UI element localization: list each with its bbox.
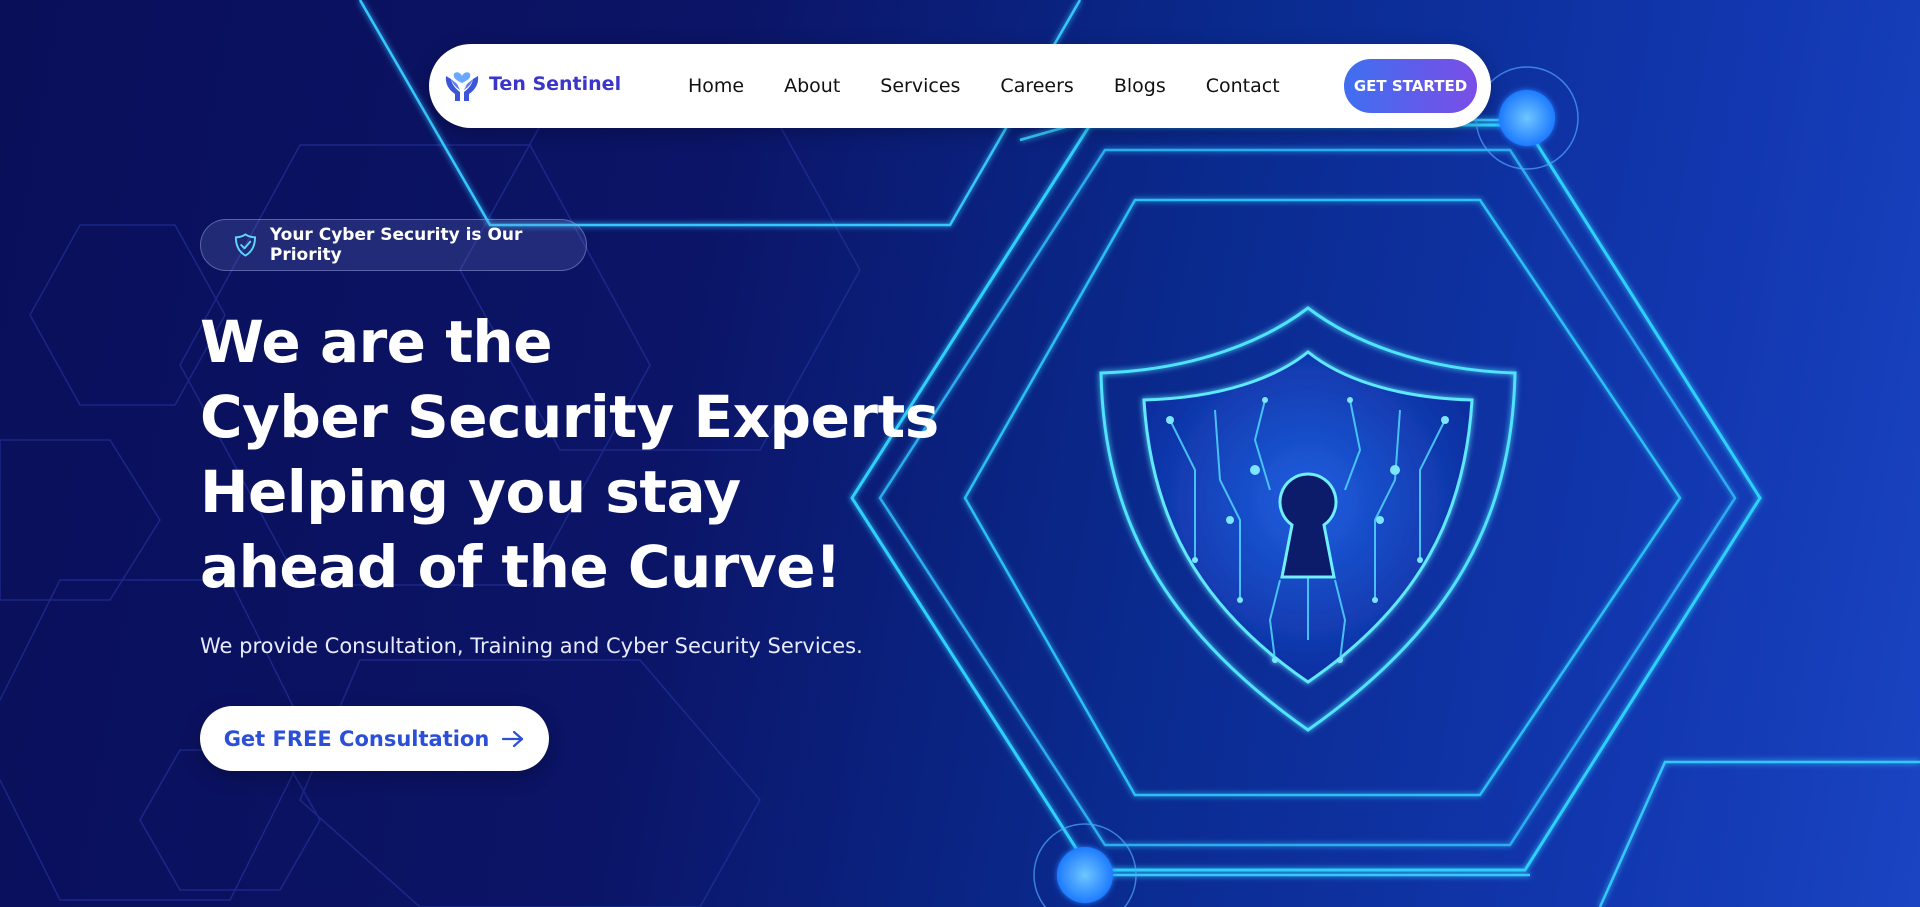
hands-heart-icon xyxy=(445,72,479,101)
headline-line: Cyber Security Experts xyxy=(200,383,939,451)
nav-link-about[interactable]: About xyxy=(784,75,840,97)
shield-keyhole-icon xyxy=(1099,306,1517,732)
glow-node-bottom xyxy=(1033,823,1137,907)
headline-line: We are the xyxy=(200,308,553,376)
nav-link-contact[interactable]: Contact xyxy=(1206,75,1280,97)
headline-line: ahead of the Curve! xyxy=(200,533,842,601)
free-consultation-button[interactable]: Get FREE Consultation xyxy=(200,706,549,771)
nav-link-careers[interactable]: Careers xyxy=(1000,75,1073,97)
top-navbar: Ten Sentinel Home About Services Careers… xyxy=(429,44,1491,128)
badge-text: Your Cyber Security is Our Priority xyxy=(269,225,523,265)
hero-subtext: We provide Consultation, Training and Cy… xyxy=(200,634,863,658)
hero-headline: We are the Cyber Security Experts Helpin… xyxy=(200,305,939,605)
brand-name: Ten Sentinel xyxy=(489,73,622,95)
hero-section: Ten Sentinel Home About Services Careers… xyxy=(0,0,1920,907)
nav-link-services[interactable]: Services xyxy=(880,75,960,97)
nav-link-home[interactable]: Home xyxy=(688,75,744,97)
nav-links: Home About Services Careers Blogs Contac… xyxy=(688,44,1280,128)
priority-badge: Your Cyber Security is Our Priority xyxy=(200,219,587,271)
nav-link-blogs[interactable]: Blogs xyxy=(1114,75,1166,97)
brand-logo-link[interactable]: Ten Sentinel xyxy=(443,66,621,102)
arrow-right-icon xyxy=(502,730,524,747)
get-started-button[interactable]: GET STARTED xyxy=(1344,59,1477,113)
headline-line: Helping you stay xyxy=(200,458,741,526)
cta-label: Get FREE Consultation xyxy=(223,726,490,751)
shield-check-icon xyxy=(234,233,256,257)
glow-node-top xyxy=(1475,66,1579,170)
